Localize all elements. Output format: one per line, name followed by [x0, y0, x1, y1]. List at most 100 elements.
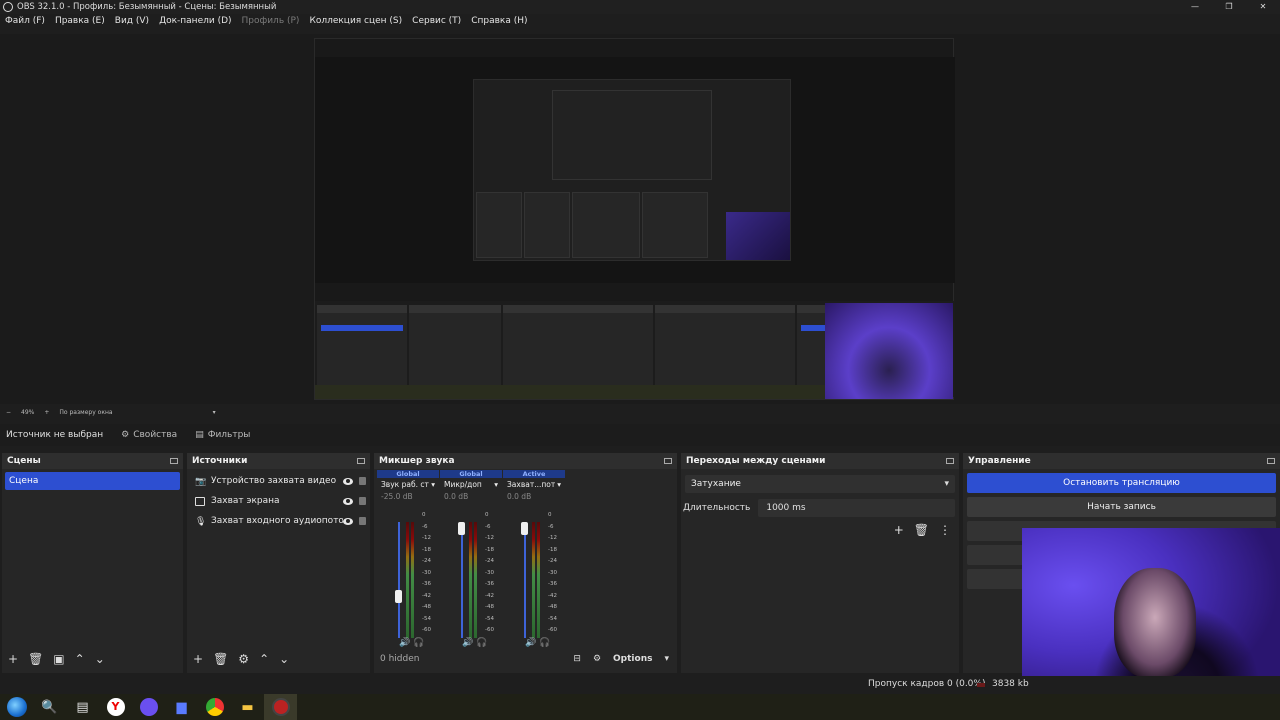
scale-tick: -60	[485, 627, 494, 633]
undock-icon[interactable]	[170, 458, 178, 464]
eye-icon[interactable]	[343, 517, 353, 525]
undock-icon[interactable]	[1267, 458, 1275, 464]
mixer-channel: ActiveЗахват...потока▾0.0 dB0-6-12-18-24…	[503, 470, 565, 648]
scale-tick: -42	[548, 592, 557, 599]
menu-docks[interactable]: Док-панели (D)	[159, 16, 231, 32]
trash-icon[interactable]: 🗑	[28, 652, 43, 666]
transition-select[interactable]: Затухание	[685, 475, 955, 493]
channel-tag: Active	[503, 470, 565, 478]
channel-name: Звук раб. стола	[381, 480, 429, 489]
scale-tick: -12	[485, 535, 494, 541]
eye-icon[interactable]	[343, 477, 353, 485]
undock-icon[interactable]	[357, 458, 365, 464]
add-icon[interactable]: +	[894, 523, 904, 537]
scale-tick: -36	[422, 581, 431, 587]
move-up-icon[interactable]: ⌃	[75, 652, 85, 666]
fit-mode-select[interactable]: По размеру окна	[59, 409, 112, 416]
fader-knob[interactable]	[521, 522, 528, 535]
volume-fader[interactable]	[398, 522, 400, 638]
yandex-browser-icon[interactable]: Y	[99, 694, 132, 720]
fader-knob[interactable]	[395, 590, 402, 604]
nested-taskbar	[315, 385, 827, 399]
source-item[interactable]: 📷 Устройство захвата видео	[187, 471, 370, 491]
add-icon[interactable]: +	[193, 652, 203, 666]
scene-item[interactable]: Сцена	[5, 472, 180, 490]
scale-tick: 0	[422, 512, 426, 518]
trash-icon[interactable]: 🗑	[213, 652, 228, 666]
chevron-down-icon[interactable]: ▾	[664, 654, 669, 664]
stop-stream-button[interactable]: Остановить трансляцию	[967, 473, 1276, 493]
maximize-icon[interactable]: ❐	[1212, 0, 1246, 14]
chevron-down-icon[interactable]: ▾	[431, 478, 435, 492]
search-icon[interactable]: 🔍	[33, 694, 66, 720]
chevron-down-icon[interactable]: ▾	[494, 478, 498, 492]
add-icon[interactable]: +	[8, 652, 18, 666]
move-up-icon[interactable]: ⌃	[259, 652, 269, 666]
zoom-in-button[interactable]: +	[44, 409, 49, 416]
menu-file[interactable]: Файл (F)	[5, 16, 45, 32]
lock-icon[interactable]	[359, 517, 366, 525]
menu-scene-collection[interactable]: Коллекция сцен (S)	[309, 16, 402, 32]
task-view-icon[interactable]: ▤	[66, 694, 99, 720]
channel-db: 0.0 dB	[444, 492, 469, 501]
fader-knob[interactable]	[458, 522, 465, 535]
transitions-dock: Переходы между сценами Затухание Длитель…	[681, 453, 959, 673]
selected-source-label: Источник не выбран	[6, 430, 104, 440]
eye-icon[interactable]	[343, 497, 353, 505]
nested-menu	[315, 49, 953, 57]
chart-app-icon[interactable]: ▆	[165, 694, 198, 720]
start-record-button[interactable]: Начать запись	[967, 497, 1276, 517]
chevron-down-icon[interactable]: ▾	[213, 409, 216, 416]
scale-tick: -36	[485, 581, 494, 587]
scene-filter-icon[interactable]: ▣	[53, 652, 64, 666]
filters-button[interactable]: ▤ Фильтры	[195, 430, 250, 440]
channel-tag: Global	[377, 470, 439, 478]
scale-tick: -24	[422, 558, 431, 564]
duration-label: Длительность	[683, 503, 751, 513]
zoom-out-button[interactable]: −	[6, 409, 11, 416]
layout-icon[interactable]: ⊟	[573, 654, 581, 664]
scale-tick: -36	[548, 581, 557, 587]
undock-icon[interactable]	[664, 458, 672, 464]
move-down-icon[interactable]: ⌄	[279, 652, 289, 666]
options-button[interactable]: Options	[613, 654, 652, 664]
folder-icon[interactable]: ▬	[231, 694, 264, 720]
volume-fader[interactable]	[461, 522, 463, 638]
scale-tick: -6	[422, 523, 428, 530]
undock-icon[interactable]	[946, 458, 954, 464]
minimize-icon[interactable]: —	[1178, 0, 1212, 14]
menu-help[interactable]: Справка (H)	[471, 16, 527, 32]
source-item[interactable]: Захват экрана	[187, 491, 370, 511]
move-down-icon[interactable]: ⌄	[95, 652, 105, 666]
chrome-icon[interactable]	[198, 694, 231, 720]
obs-logo-icon	[3, 2, 13, 12]
scenes-dock: Сцены Сцена + 🗑 ▣ ⌃ ⌄	[2, 453, 183, 673]
menu-view[interactable]: Вид (V)	[115, 16, 149, 32]
volume-meter	[532, 510, 544, 638]
obs-taskbar-icon[interactable]	[264, 694, 297, 720]
close-icon[interactable]: ✕	[1246, 0, 1280, 14]
properties-button[interactable]: ⚙ Свойства	[121, 430, 177, 440]
lock-icon[interactable]	[359, 497, 366, 505]
menu-tools[interactable]: Сервис (T)	[412, 16, 461, 32]
nested-dock	[409, 305, 501, 395]
source-item[interactable]: 🎙 Захват входного аудиопотока	[187, 511, 370, 531]
gear-icon[interactable]: ⚙	[238, 652, 249, 666]
channel-name: Микр/доп	[444, 480, 482, 489]
channel-name-row[interactable]: Микр/доп ▾	[440, 478, 502, 492]
channel-name-row[interactable]: Захват...потока▾	[503, 478, 565, 492]
menu-edit[interactable]: Правка (E)	[55, 16, 105, 32]
channel-name-row[interactable]: Звук раб. стола▾	[377, 478, 439, 492]
start-button[interactable]	[0, 694, 33, 720]
duration-input[interactable]: 1000 ms	[758, 499, 955, 517]
lock-icon[interactable]	[359, 477, 366, 485]
settings-icon[interactable]: ⚙	[593, 654, 601, 664]
trash-icon[interactable]: 🗑	[914, 523, 929, 537]
chevron-down-icon[interactable]: ▾	[557, 478, 561, 492]
scale-tick: -18	[548, 546, 557, 553]
scenes-toolbar: + 🗑 ▣ ⌃ ⌄	[2, 645, 183, 673]
nested-panel	[524, 192, 570, 258]
app-icon[interactable]	[132, 694, 165, 720]
volume-fader[interactable]	[524, 522, 526, 638]
more-icon[interactable]: ⋮	[939, 523, 951, 537]
